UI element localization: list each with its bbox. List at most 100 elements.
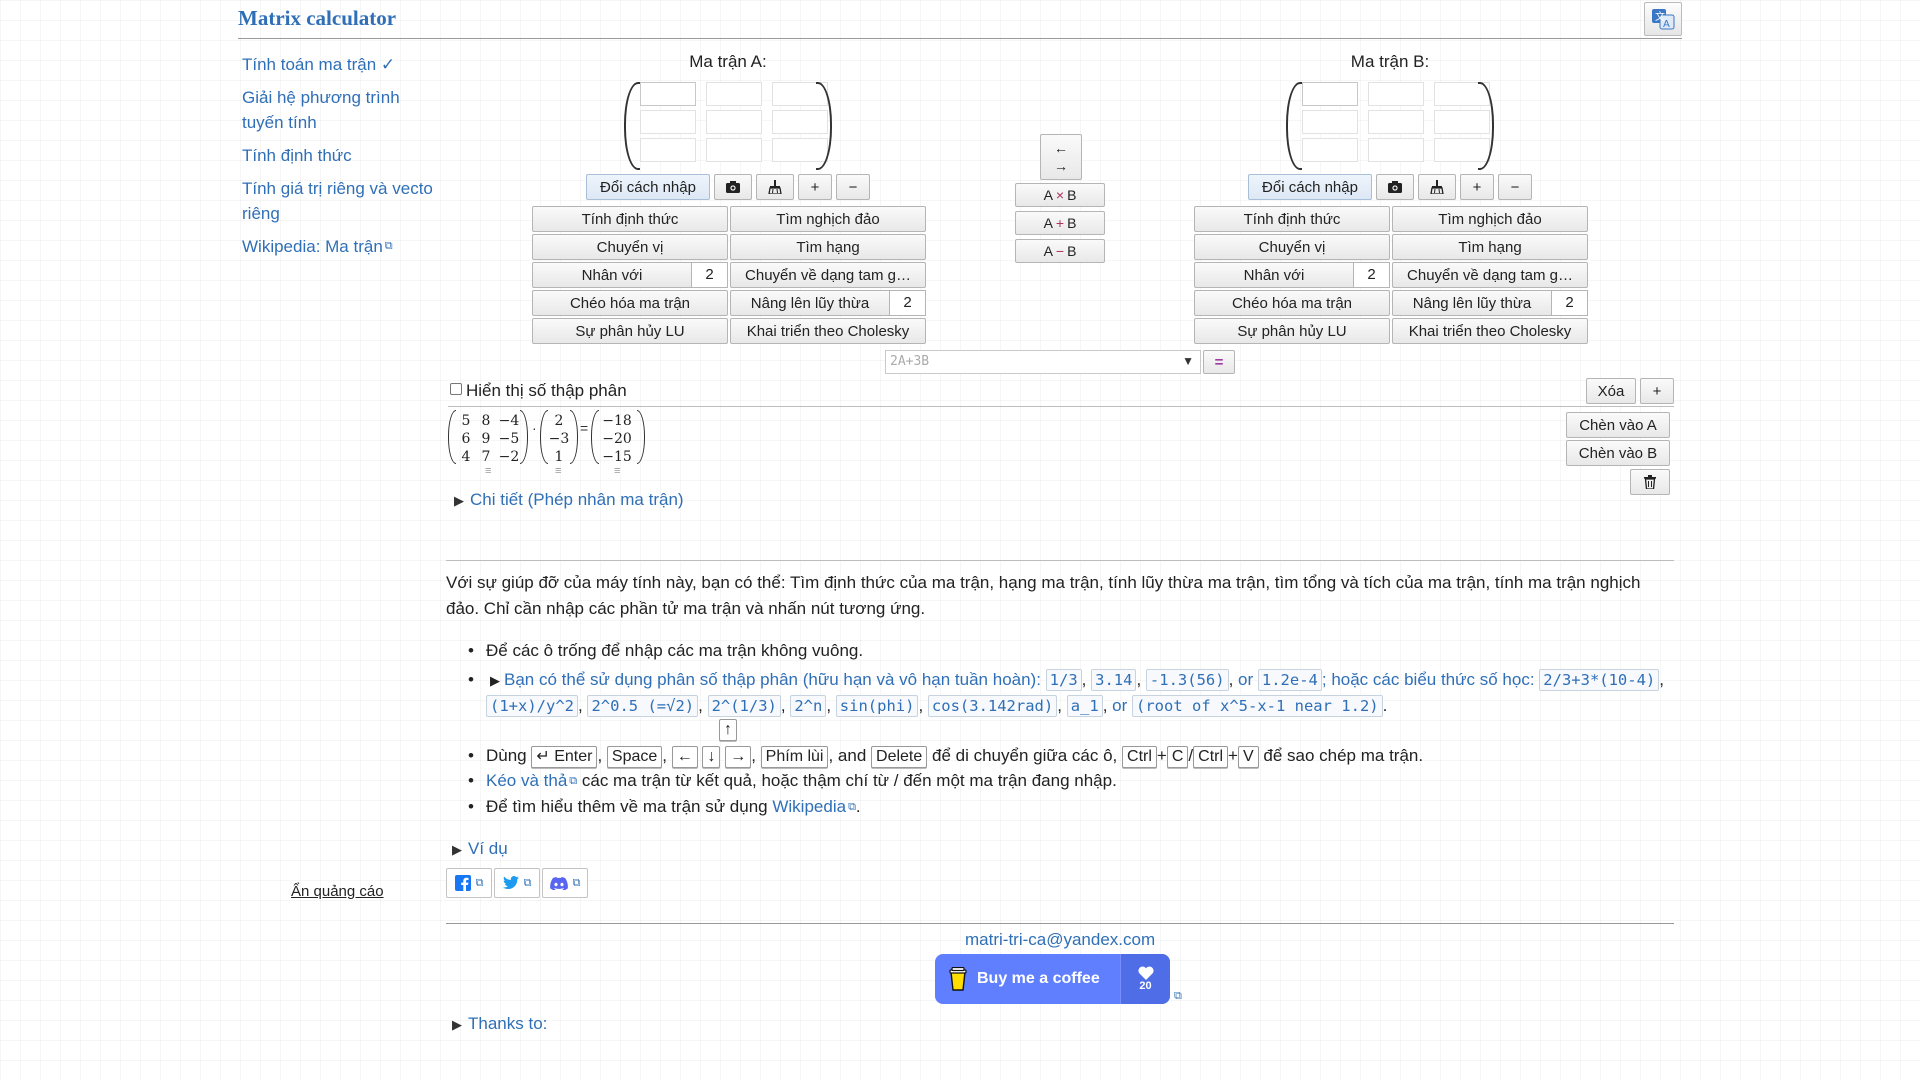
result-matrix-2[interactable]: 2 −3 1 ≡ bbox=[540, 410, 578, 477]
tip-number-formats[interactable]: Bạn có thể sử dụng phân số thập phân (hữ… bbox=[504, 670, 1041, 689]
matrix-b-camera-button[interactable] bbox=[1376, 174, 1414, 200]
matrix-b-inverse-button[interactable]: Tìm nghịch đảo bbox=[1392, 206, 1588, 232]
matrix-b-remove-size-button[interactable]: − bbox=[1498, 174, 1532, 200]
matrix-a-rank-button[interactable]: Tìm hạng bbox=[730, 234, 926, 260]
matrix-a-input-mode-button[interactable]: Đổi cách nhập bbox=[586, 174, 710, 200]
subtract-ab-button[interactable]: A − B bbox=[1015, 239, 1105, 263]
matrix-b-clear-button[interactable] bbox=[1418, 174, 1456, 200]
buy-me-a-coffee-button[interactable]: Buy me a coffee 20 bbox=[935, 954, 1170, 1004]
clear-results-button[interactable]: Xóa bbox=[1586, 378, 1636, 404]
matrix-b-multiply-input[interactable]: 2 bbox=[1354, 262, 1390, 288]
drag-drop-link[interactable]: Kéo và thả bbox=[486, 771, 567, 790]
matrix-b-diagonalize-button[interactable]: Chéo hóa ma trận bbox=[1194, 290, 1390, 316]
swap-matrices-button[interactable]: ← → bbox=[1040, 134, 1082, 180]
matrix-a-cell[interactable] bbox=[706, 82, 762, 106]
insert-into-a-button[interactable]: Chèn vào A bbox=[1566, 412, 1670, 438]
examples-link[interactable]: Ví dụ bbox=[468, 839, 508, 858]
matrix-b-cell[interactable] bbox=[1368, 138, 1424, 162]
facebook-share-button[interactable]: ⧉ bbox=[446, 868, 492, 898]
matrix-a-cell[interactable] bbox=[706, 110, 762, 134]
matrix-b-input-mode-button[interactable]: Đổi cách nhập bbox=[1248, 174, 1372, 200]
insert-into-b-button[interactable]: Chèn vào B bbox=[1566, 440, 1670, 466]
translate-button[interactable]: 文 A bbox=[1644, 2, 1682, 36]
svg-text:A: A bbox=[1663, 19, 1670, 30]
matrix-a-cholesky-button[interactable]: Khai triển theo Cholesky bbox=[730, 318, 926, 344]
matrix-a-triangular-button[interactable]: Chuyển về dạng tam g… bbox=[730, 262, 926, 288]
matrix-a-power-input[interactable]: 2 bbox=[890, 290, 926, 316]
matrix-a-title: Ma trận A: bbox=[689, 52, 767, 71]
expression-input[interactable]: 2A+3B ▼ bbox=[885, 350, 1201, 374]
matrix-a-diagonalize-button[interactable]: Chéo hóa ma trận bbox=[532, 290, 728, 316]
matrix-a-transpose-button[interactable]: Chuyển vị bbox=[532, 234, 728, 260]
matrix-a-power-button[interactable]: Nâng lên lũy thừa bbox=[730, 290, 890, 316]
matrix-b-cell[interactable] bbox=[1302, 138, 1358, 162]
matrix-a-multiply-button[interactable]: Nhân với bbox=[532, 262, 692, 288]
examples-toggle[interactable]: ▶ Ví dụ bbox=[452, 839, 508, 859]
matrix-a-inverse-button[interactable]: Tìm nghịch đảo bbox=[730, 206, 926, 232]
sidebar-item-wikipedia[interactable]: Wikipedia: Ma trận bbox=[242, 237, 383, 256]
details-toggle[interactable]: ▶ Chi tiết (Phép nhân ma trận) bbox=[454, 490, 684, 510]
result-matrix-1[interactable]: 5 8 −4 6 9 −5 4 7 −2 ≡ bbox=[448, 410, 528, 477]
sidebar-item-matrix-calc[interactable]: Tính toán ma trận ✓ bbox=[242, 52, 442, 77]
add-result-button[interactable]: + bbox=[1640, 378, 1674, 404]
op-symbol: × bbox=[1055, 187, 1065, 203]
matrix-b-power-button[interactable]: Nâng lên lũy thừa bbox=[1392, 290, 1552, 316]
thanks-toggle[interactable]: ▶ Thanks to: bbox=[452, 1014, 547, 1034]
matrix-b-cells bbox=[1302, 82, 1492, 162]
right-paren bbox=[570, 410, 578, 464]
key-ctrl: Ctrl bbox=[1122, 746, 1157, 768]
matrix-b-cell[interactable] bbox=[1368, 82, 1424, 106]
evaluate-expression-button[interactable]: = bbox=[1203, 350, 1235, 374]
matrix-b-multiply-button[interactable]: Nhân với bbox=[1194, 262, 1354, 288]
camera-icon bbox=[1388, 181, 1402, 193]
matrix-b-triangular-button[interactable]: Chuyển về dạng tam g… bbox=[1392, 262, 1588, 288]
matrix-b-determinant-button[interactable]: Tính định thức bbox=[1194, 206, 1390, 232]
left-paren bbox=[540, 410, 548, 464]
matrix-a-cell[interactable] bbox=[640, 82, 696, 106]
matrix-b-transpose-button[interactable]: Chuyển vị bbox=[1194, 234, 1390, 260]
matrix-b-power-input[interactable]: 2 bbox=[1552, 290, 1588, 316]
matrix-b-lu-button[interactable]: Sự phân hủy LU bbox=[1194, 318, 1390, 344]
tip-empty-cells: Để các ô trống để nhập các ma trận không… bbox=[486, 641, 864, 660]
matrix-b-operations: Tính định thức Tìm nghịch đảo Chuyển vị … bbox=[1194, 206, 1588, 344]
matrix-value: 4 bbox=[461, 449, 471, 465]
matrix-a-cell[interactable] bbox=[640, 138, 696, 162]
matrix-a-clear-button[interactable] bbox=[756, 174, 794, 200]
matrix-a-cell[interactable] bbox=[706, 138, 762, 162]
matrix-a-camera-button[interactable] bbox=[714, 174, 752, 200]
drag-handle-icon[interactable]: ≡ bbox=[614, 466, 620, 477]
matrix-a-determinant-button[interactable]: Tính định thức bbox=[532, 206, 728, 232]
matrix-b-cell[interactable] bbox=[1302, 82, 1358, 106]
dropdown-arrow-icon[interactable]: ▼ bbox=[1182, 354, 1194, 368]
decimal-checkbox[interactable] bbox=[450, 383, 462, 395]
sidebar-item-eigen[interactable]: Tính giá trị riêng và vecto riêng bbox=[242, 176, 442, 226]
hide-ads-link[interactable]: Ẩn quảng cáo bbox=[291, 883, 384, 900]
matrix-a-add-size-button[interactable]: + bbox=[798, 174, 832, 200]
matrix-b-cell[interactable] bbox=[1368, 110, 1424, 134]
matrix-b-rank-button[interactable]: Tìm hạng bbox=[1392, 234, 1588, 260]
details-link[interactable]: Chi tiết (Phép nhân ma trận) bbox=[470, 490, 684, 509]
facebook-icon bbox=[454, 875, 471, 891]
sidebar-item-linear-systems[interactable]: Giải hệ phương trình tuyến tính bbox=[242, 85, 442, 135]
discord-share-button[interactable]: ⧉ bbox=[542, 868, 588, 898]
expression-placeholder: 2A+3B bbox=[890, 354, 930, 369]
delete-result-button[interactable] bbox=[1630, 469, 1670, 495]
multiply-ab-button[interactable]: A × B bbox=[1015, 183, 1105, 207]
matrix-b-add-size-button[interactable]: + bbox=[1460, 174, 1494, 200]
contact-email-link[interactable]: matri-tri-ca@yandex.com bbox=[965, 930, 1155, 950]
sidebar-item-determinant[interactable]: Tính định thức bbox=[242, 143, 442, 168]
drag-handle-icon[interactable]: ≡ bbox=[555, 466, 561, 477]
drag-handle-icon[interactable]: ≡ bbox=[485, 466, 491, 477]
matrix-b-cholesky-button[interactable]: Khai triển theo Cholesky bbox=[1392, 318, 1588, 344]
matrix-a-cell[interactable] bbox=[640, 110, 696, 134]
thanks-link[interactable]: Thanks to: bbox=[468, 1014, 547, 1033]
add-ab-button[interactable]: A + B bbox=[1015, 211, 1105, 235]
twitter-share-button[interactable]: ⧉ bbox=[494, 868, 540, 898]
result-matrix-3[interactable]: −18 −20 −15 ≡ bbox=[591, 410, 645, 477]
code-example: 2^n bbox=[790, 695, 827, 717]
matrix-a-lu-button[interactable]: Sự phân hủy LU bbox=[532, 318, 728, 344]
matrix-a-remove-size-button[interactable]: − bbox=[836, 174, 870, 200]
matrix-b-cell[interactable] bbox=[1302, 110, 1358, 134]
wikipedia-link[interactable]: Wikipedia bbox=[772, 797, 846, 816]
matrix-a-multiply-input[interactable]: 2 bbox=[692, 262, 728, 288]
